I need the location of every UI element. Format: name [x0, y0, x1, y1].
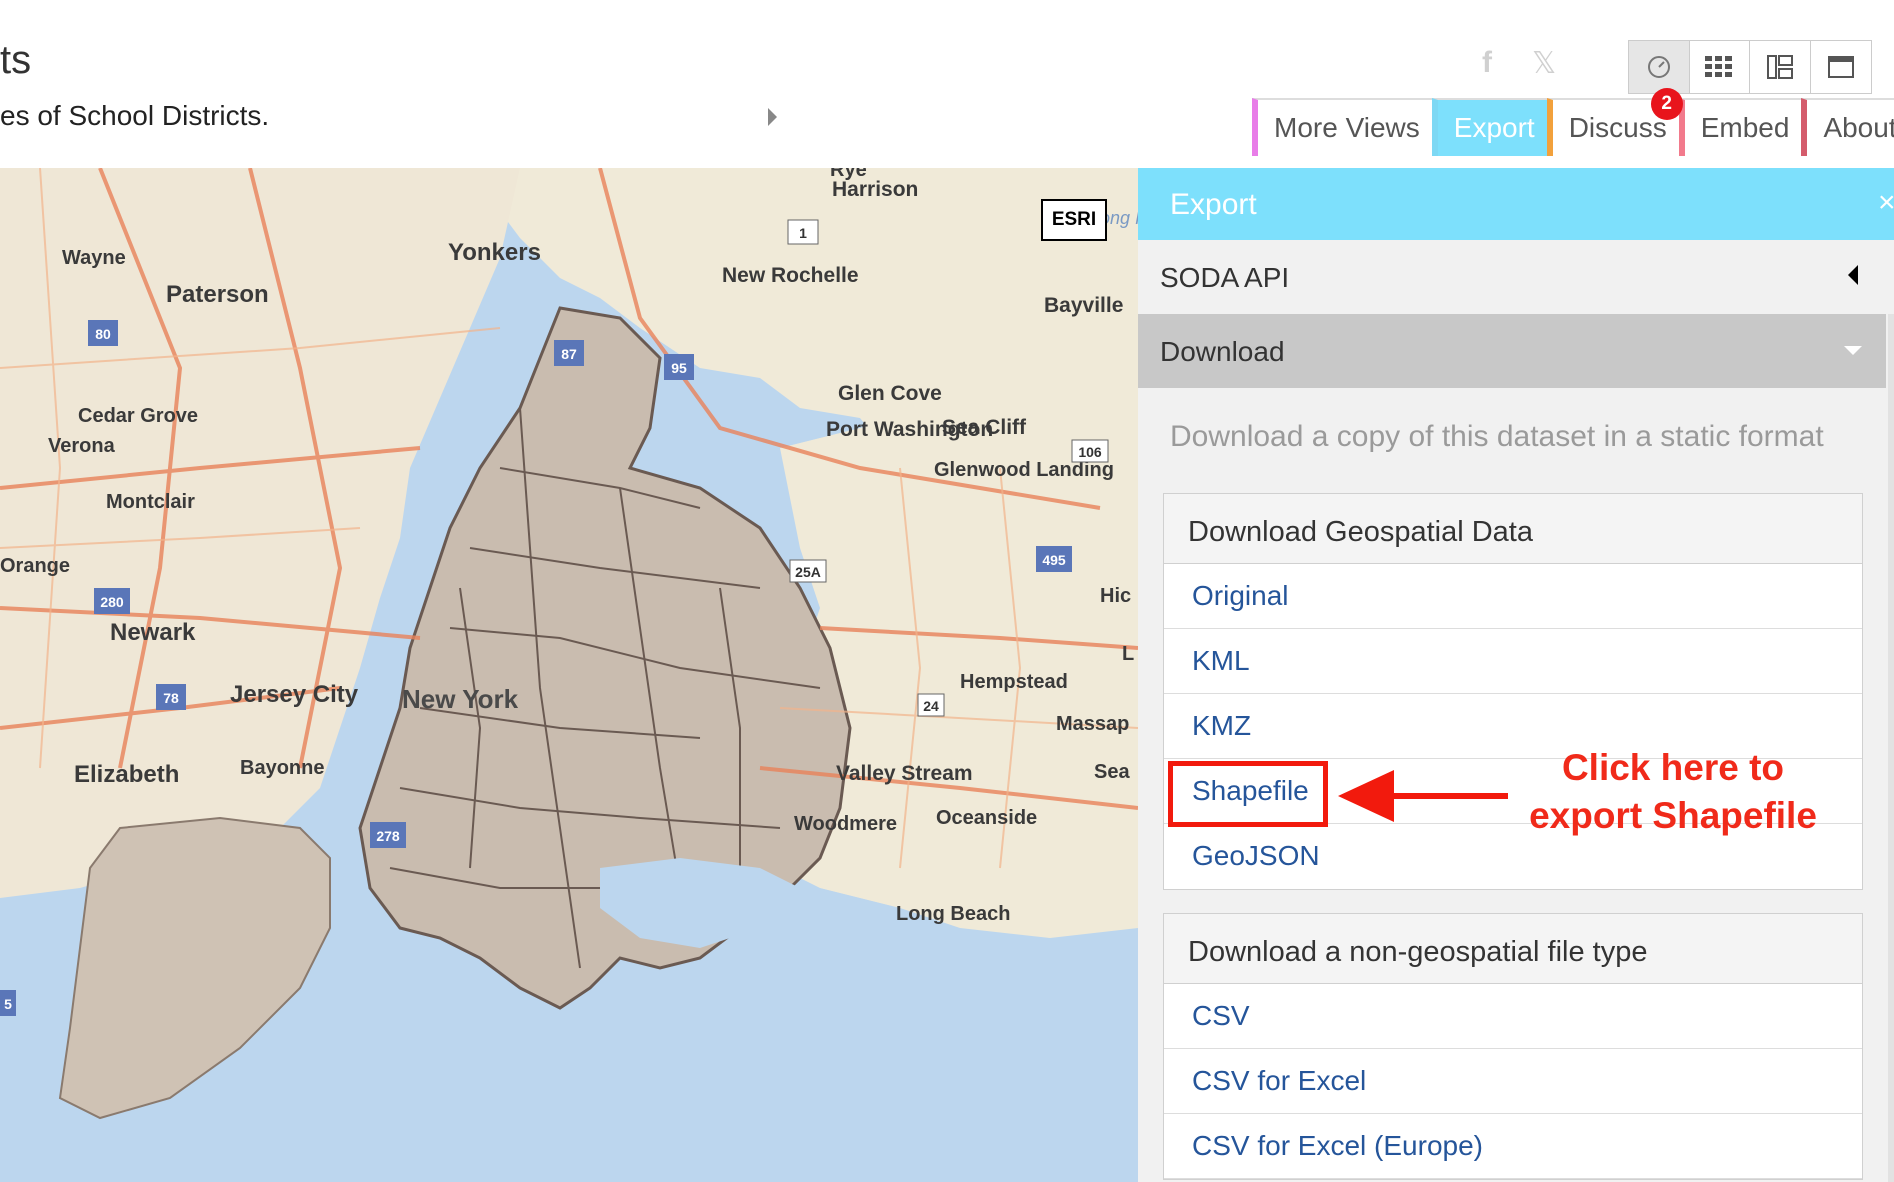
box-heading: Download a non-geospatial file type	[1164, 914, 1862, 984]
download-section[interactable]: Download	[1138, 314, 1886, 388]
route-shield: 24	[923, 698, 939, 714]
route-shield: 5	[4, 996, 12, 1012]
close-icon[interactable]: ×	[1878, 186, 1894, 220]
map-label: Glen Cove	[838, 382, 942, 405]
tab-bar: More Views Export Discuss 2 Embed About	[1252, 88, 1894, 156]
map-label: Jersey City	[230, 681, 359, 708]
download-original-link[interactable]: Original	[1164, 564, 1862, 629]
scrollbar[interactable]	[1888, 314, 1894, 1182]
map-label: Sea Cliff	[942, 416, 1027, 439]
map-label: Yonkers	[448, 239, 541, 266]
map-label: Long Beach	[896, 903, 1010, 925]
window-icon[interactable]	[1811, 41, 1872, 93]
route-shield: 78	[163, 690, 179, 706]
map-label: Bayville	[1044, 294, 1123, 317]
box-heading: Download Geospatial Data	[1164, 494, 1862, 564]
map-label: Verona	[48, 435, 116, 457]
tab-label: About	[1823, 112, 1894, 143]
chevron-left-icon	[1848, 265, 1858, 285]
export-panel: Export × SODA API Download Download a co…	[1138, 168, 1894, 1182]
map-label: Hempstead	[960, 671, 1068, 693]
panel-title: Export	[1170, 188, 1257, 221]
staten-island	[58, 816, 331, 1120]
map-label: New York	[402, 684, 519, 714]
grid-icon[interactable]	[1690, 41, 1750, 93]
tab-more-views[interactable]: More Views	[1252, 98, 1432, 156]
map-label: Orange	[0, 555, 70, 577]
annotation-callout: Click here to export Shapefile	[1500, 744, 1846, 840]
page-title: ts	[0, 38, 32, 82]
map-label: Harrison	[832, 178, 918, 201]
tab-export[interactable]: Export	[1431, 98, 1547, 156]
chevron-down-icon	[1844, 346, 1862, 355]
route-shield: 106	[1078, 444, 1102, 460]
tab-about[interactable]: About	[1801, 98, 1894, 156]
route-shield: 280	[100, 594, 124, 610]
map-label: Wayne	[62, 247, 126, 269]
download-intro: Download a copy of this dataset in a sta…	[1170, 420, 1824, 453]
route-shield: 278	[376, 828, 400, 844]
panel-header: Export ×	[1138, 168, 1894, 240]
expand-description-icon[interactable]	[768, 108, 777, 126]
route-shield: 95	[671, 360, 687, 376]
nongeospatial-download-box: Download a non-geospatial file type CSV …	[1163, 913, 1863, 1180]
x-icon[interactable]: 𝕏	[1532, 46, 1556, 81]
tab-label: More Views	[1274, 112, 1420, 143]
map-attribution[interactable]: ESRI	[1041, 199, 1107, 241]
map-label: Sea	[1094, 761, 1130, 783]
annotation-line: Click here to	[1561, 747, 1785, 788]
section-label: SODA API	[1160, 262, 1290, 293]
route-shield: 495	[1042, 552, 1066, 568]
shapefile-highlight-box	[1168, 761, 1328, 827]
route-shield: 25A	[795, 564, 821, 580]
map-label: L	[1122, 643, 1134, 665]
map-label: Hic	[1100, 585, 1131, 607]
map-label: Bayonne	[240, 757, 324, 779]
map-label: Newark	[110, 619, 196, 646]
map-label: Oceanside	[936, 807, 1037, 829]
download-kml-link[interactable]: KML	[1164, 629, 1862, 694]
map-label: Montclair	[106, 491, 195, 513]
map-view[interactable]: Rye Harrison Yonkers Wayne Paterson New …	[0, 168, 1138, 1182]
route-shield: 1	[799, 225, 807, 241]
annotation-line: export Shapefile	[1529, 795, 1817, 836]
tab-embed[interactable]: 2 Embed	[1650, 88, 1802, 156]
tab-label: Export	[1453, 112, 1535, 143]
map-label: Valley Stream	[836, 762, 973, 785]
map-label: Cedar Grove	[78, 405, 198, 427]
download-csv-excel-europe-link[interactable]: CSV for Excel (Europe)	[1164, 1114, 1862, 1179]
page-description: es of School Districts.	[0, 100, 270, 131]
map-label: Massap	[1056, 713, 1129, 735]
download-csv-excel-link[interactable]: CSV for Excel	[1164, 1049, 1862, 1114]
soda-api-section[interactable]: SODA API	[1138, 240, 1886, 314]
view-switcher	[1628, 40, 1872, 94]
download-csv-link[interactable]: CSV	[1164, 984, 1862, 1049]
facebook-icon[interactable]: f	[1482, 46, 1492, 80]
map-canvas[interactable]: Rye Harrison Yonkers Wayne Paterson New …	[0, 168, 1138, 1182]
map-label: Elizabeth	[74, 761, 179, 788]
map-label: New Rochelle	[722, 264, 859, 287]
route-shield: 80	[95, 326, 111, 342]
cards-icon[interactable]	[1750, 41, 1811, 93]
section-label: Download	[1160, 336, 1285, 367]
arrow-left-icon	[1338, 770, 1508, 822]
route-shield: 87	[561, 346, 577, 362]
speedometer-icon[interactable]	[1629, 41, 1690, 93]
tab-label: Embed	[1700, 112, 1790, 143]
tab-label: Discuss	[1568, 112, 1667, 143]
map-label: Woodmere	[794, 813, 897, 835]
notification-badge: 2	[1650, 88, 1683, 120]
map-label: Paterson	[166, 281, 269, 308]
